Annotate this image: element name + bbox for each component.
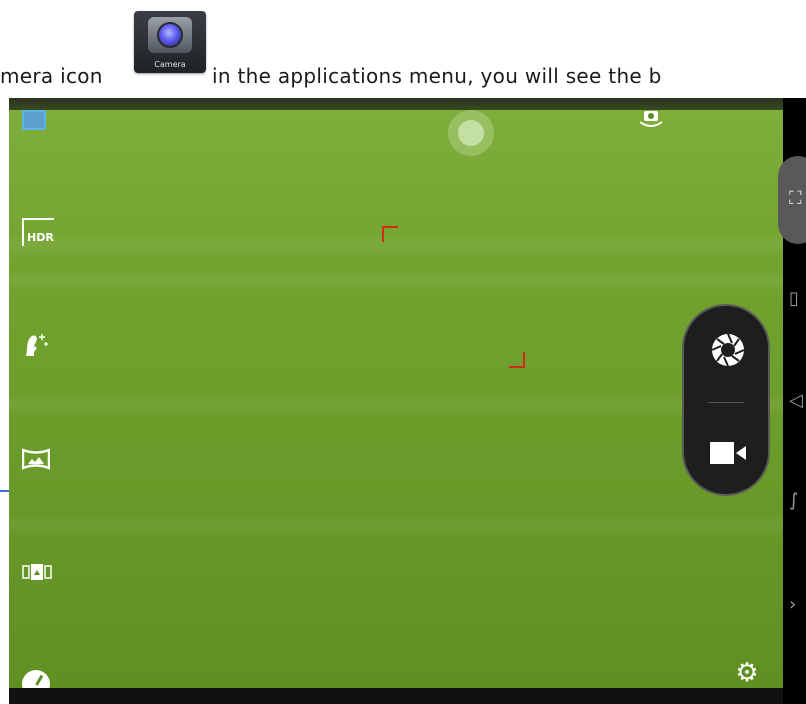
- panorama-mode-icon[interactable]: [22, 448, 50, 470]
- camera-app-caption: Camera: [154, 60, 186, 69]
- home-icon[interactable]: ∫: [789, 492, 798, 510]
- capture-divider: [708, 402, 744, 403]
- switch-camera-icon[interactable]: [638, 108, 664, 128]
- back-icon[interactable]: ◁: [789, 392, 803, 410]
- video-record-button[interactable]: [710, 438, 746, 468]
- capture-controls: [682, 304, 770, 496]
- beauty-face-icon[interactable]: [22, 330, 50, 358]
- top-status-shadow: [9, 98, 783, 110]
- camera-app-icon: Camera: [134, 11, 206, 73]
- exposure-meter-icon[interactable]: [22, 670, 50, 688]
- document-text-left: mera icon: [0, 64, 103, 88]
- menu-expand-icon[interactable]: ›: [789, 596, 796, 614]
- shutter-button[interactable]: [710, 332, 746, 368]
- hdr-mode-icon[interactable]: HDR: [22, 218, 54, 246]
- screenshot-icon[interactable]: ⛶: [789, 190, 802, 208]
- focus-frame-top-left: [382, 226, 398, 242]
- document-text-line: mera icon in the applications menu, you …: [0, 64, 806, 94]
- zoom-joystick-icon[interactable]: [448, 110, 494, 156]
- gear-icon[interactable]: ⚙: [734, 660, 760, 686]
- bottom-bar: [9, 688, 783, 704]
- burst-shot-icon[interactable]: [22, 562, 52, 582]
- document-text-right: in the applications menu, you will see t…: [212, 64, 662, 88]
- gallery-thumbnail-icon[interactable]: [22, 110, 46, 130]
- camera-lens-icon: [157, 22, 183, 48]
- recent-apps-icon[interactable]: ▯: [789, 290, 799, 308]
- focus-frame-bottom-right: [509, 352, 525, 368]
- camera-viewfinder[interactable]: [9, 98, 783, 704]
- camera-body-icon: [148, 17, 192, 53]
